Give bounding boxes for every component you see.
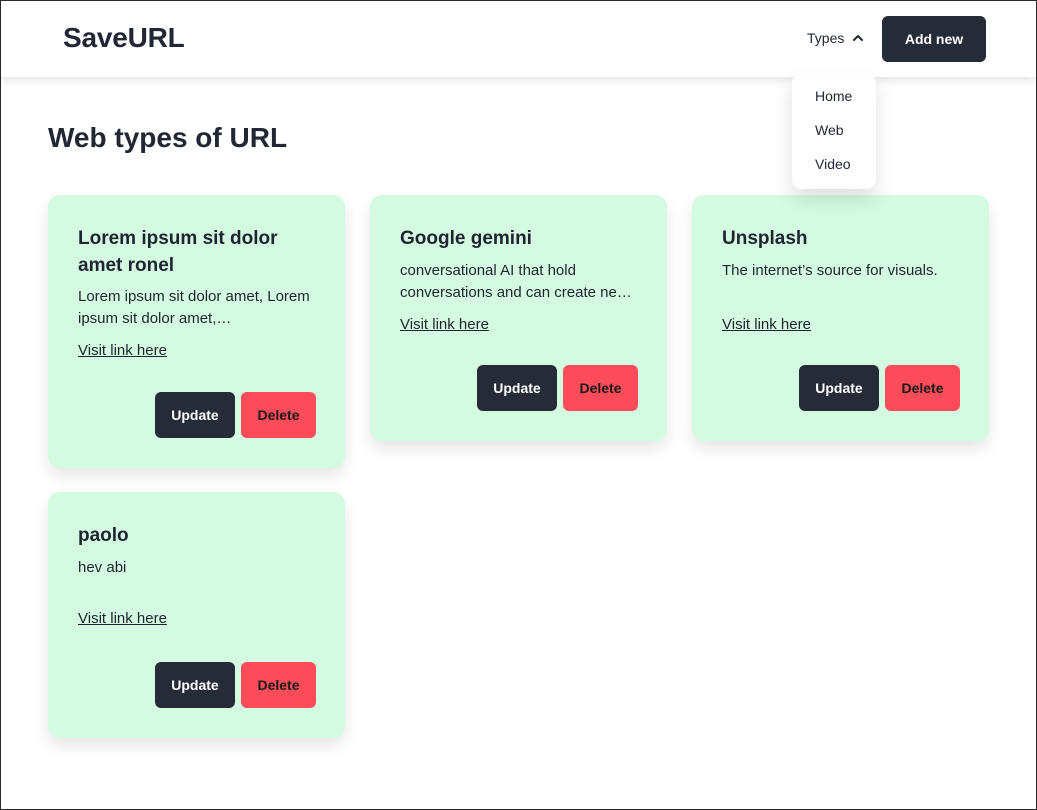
card-title: Google gemini xyxy=(400,228,532,249)
visit-link[interactable]: Visit link here xyxy=(400,316,489,333)
dropdown-item-video[interactable]: Video xyxy=(792,149,876,183)
url-card: paolo hev abi Visit link here Update Del… xyxy=(48,492,345,738)
update-button[interactable]: Update xyxy=(155,662,235,708)
update-button[interactable]: Update xyxy=(155,392,235,438)
card-title: paolo xyxy=(78,525,129,546)
url-card: Lorem ipsum sit dolor amet ronel Lorem i… xyxy=(48,195,345,468)
types-dropdown-toggle[interactable]: Types xyxy=(807,30,864,46)
delete-button[interactable]: Delete xyxy=(241,392,316,438)
card-description: The internet’s source for visuals. xyxy=(722,262,938,279)
visit-link[interactable]: Visit link here xyxy=(78,342,167,359)
update-button[interactable]: Update xyxy=(799,365,879,411)
card-title: Lorem ipsum sit dolor amet ronel xyxy=(78,228,278,276)
delete-button[interactable]: Delete xyxy=(885,365,960,411)
card-description: conversational AI that hold conversation… xyxy=(400,262,632,301)
card-description: hev abi xyxy=(78,559,127,576)
add-new-button[interactable]: Add new xyxy=(882,16,986,62)
visit-link[interactable]: Visit link here xyxy=(78,610,167,627)
dropdown-item-home[interactable]: Home xyxy=(792,81,876,115)
url-card: Google gemini conversational AI that hol… xyxy=(370,195,667,441)
dropdown-item-web[interactable]: Web xyxy=(792,115,876,149)
chevron-up-icon xyxy=(853,35,864,41)
delete-button[interactable]: Delete xyxy=(563,365,638,411)
visit-link[interactable]: Visit link here xyxy=(722,316,811,333)
page-title: Web types of URL xyxy=(48,122,288,153)
navbar: SaveURL Types Add new xyxy=(1,1,1036,77)
update-button[interactable]: Update xyxy=(477,365,557,411)
card-title: Unsplash xyxy=(722,228,808,249)
types-dropdown-menu: Home Web Video xyxy=(792,73,876,189)
brand-logo[interactable]: SaveURL xyxy=(63,22,185,54)
types-label: Types xyxy=(807,30,845,46)
card-description: Lorem ipsum sit dolor amet, Lorem ipsum … xyxy=(78,288,310,327)
delete-button[interactable]: Delete xyxy=(241,662,316,708)
url-card: Unsplash The internet’s source for visua… xyxy=(692,195,989,441)
